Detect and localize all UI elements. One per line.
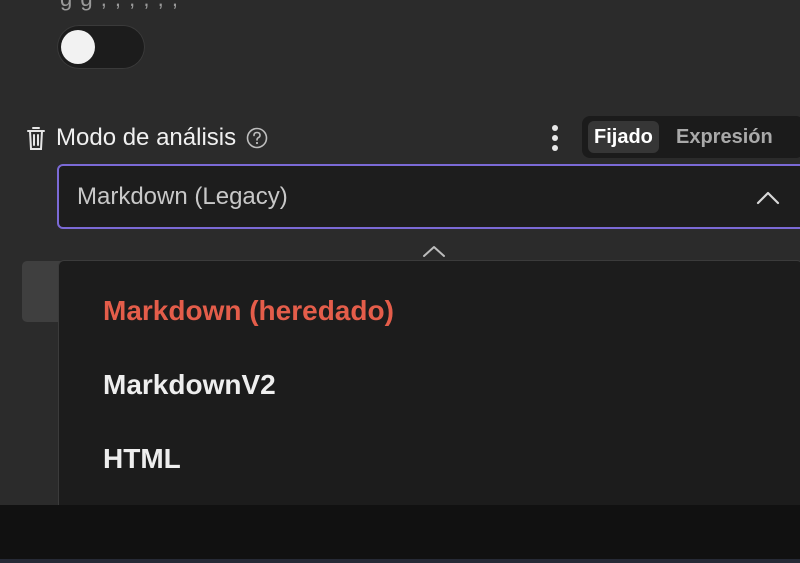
toggle-knob (61, 30, 95, 64)
chevron-up-icon[interactable] (755, 190, 781, 206)
mode-fixed-button[interactable]: Fijado (588, 121, 659, 153)
parameters-panel: g g , , , , , , Modo de análisis Fijado … (0, 0, 800, 513)
mode-switch: Fijado Expresión (582, 116, 800, 158)
cut-off-text: g g , , , , , , (60, 0, 179, 12)
field-label: Modo de análisis (56, 124, 237, 151)
field-header: Modo de análisis (24, 118, 268, 158)
trash-icon[interactable] (24, 124, 48, 152)
toggle-switch[interactable] (57, 25, 145, 69)
scroll-up-caret-icon[interactable] (420, 243, 448, 259)
dropdown-menu: Markdown (heredado) MarkdownV2 HTML (58, 260, 800, 513)
kebab-menu-icon[interactable] (545, 122, 565, 154)
bottom-bar (0, 505, 800, 563)
question-circle-icon[interactable] (246, 127, 268, 149)
dropdown-option-html[interactable]: HTML (103, 443, 181, 475)
select-value: Markdown (Legacy) (77, 183, 288, 210)
dropdown-option-markdown-legacy[interactable]: Markdown (heredado) (103, 295, 394, 327)
bottom-divider (0, 559, 800, 563)
parse-mode-select[interactable]: Markdown (Legacy) (57, 164, 800, 229)
mode-expression-button[interactable]: Expresión (676, 121, 773, 153)
dropdown-option-markdownv2[interactable]: MarkdownV2 (103, 369, 276, 401)
